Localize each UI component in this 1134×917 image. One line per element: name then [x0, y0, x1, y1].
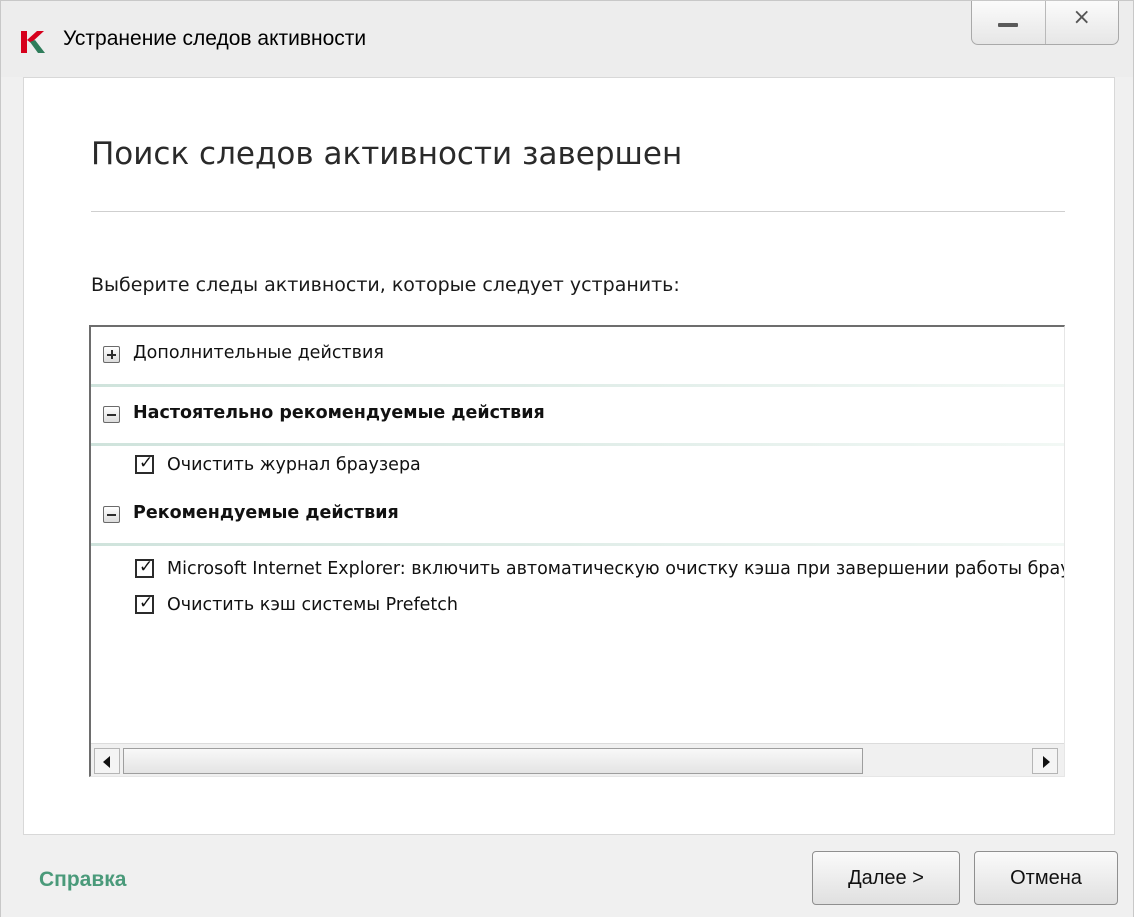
- tree-item-label: Очистить кэш системы Prefetch: [167, 595, 458, 615]
- scroll-right-button[interactable]: [1032, 748, 1058, 774]
- help-link[interactable]: Справка: [39, 868, 126, 892]
- instruction-text: Выберите следы активности, которые следу…: [91, 274, 680, 296]
- checkbox[interactable]: ✓: [135, 453, 154, 474]
- window-controls: ×: [971, 1, 1119, 45]
- row-separator: [91, 543, 1064, 546]
- page-title: Поиск следов активности завершен: [91, 136, 683, 172]
- tree-group-additional[interactable]: Дополнительные действия: [91, 331, 1064, 379]
- checkbox[interactable]: ✓: [135, 557, 154, 578]
- next-button[interactable]: Далее >: [812, 851, 960, 905]
- checkbox[interactable]: ✓: [135, 593, 154, 614]
- arrow-right-icon: [1043, 756, 1050, 768]
- cancel-button[interactable]: Отмена: [974, 851, 1118, 905]
- checkmark-icon: ✓: [139, 557, 154, 577]
- horizontal-scrollbar[interactable]: [91, 743, 1064, 776]
- content-panel: Поиск следов активности завершен Выберит…: [23, 77, 1115, 835]
- collapse-minus-icon[interactable]: [103, 406, 120, 423]
- expand-plus-icon[interactable]: [103, 346, 120, 363]
- close-button[interactable]: ×: [1046, 1, 1119, 44]
- minimize-button[interactable]: [972, 1, 1046, 44]
- scroll-thumb[interactable]: [123, 748, 863, 774]
- minimize-icon: [998, 23, 1018, 27]
- window-title: Устранение следов активности: [63, 27, 367, 50]
- scroll-left-button[interactable]: [94, 748, 120, 774]
- heading-divider: [91, 211, 1065, 212]
- tree-group-strongly-recommended[interactable]: Настоятельно рекомендуемые действия: [91, 391, 1064, 439]
- close-icon: ×: [1072, 5, 1091, 30]
- collapse-minus-icon[interactable]: [103, 506, 120, 523]
- tree-group-label: Настоятельно рекомендуемые действия: [133, 403, 545, 423]
- kaspersky-logo-icon: [21, 31, 45, 53]
- arrow-left-icon: [103, 756, 110, 768]
- tree-group-label: Рекомендуемые действия: [133, 503, 399, 523]
- tree-group-recommended[interactable]: Рекомендуемые действия: [91, 491, 1064, 539]
- checkmark-icon: ✓: [139, 593, 154, 613]
- dialog-footer: Справка Далее > Отмена: [1, 835, 1133, 917]
- dialog-window: Устранение следов активности × Поиск сле…: [0, 0, 1134, 917]
- row-separator: [91, 384, 1064, 387]
- tree-item-clear-prefetch[interactable]: ✓ Очистить кэш системы Prefetch: [91, 583, 1064, 631]
- tree-item-label: Microsoft Internet Explorer: включить ав…: [167, 559, 1065, 579]
- tree-item-label: Очистить журнал браузера: [167, 455, 421, 475]
- title-bar: Устранение следов активности ×: [1, 1, 1133, 77]
- tree-group-label: Дополнительные действия: [133, 343, 384, 363]
- checkmark-icon: ✓: [139, 453, 154, 473]
- actions-tree[interactable]: Дополнительные действия Настоятельно рек…: [89, 325, 1065, 777]
- tree-item-clear-browser-history[interactable]: ✓ Очистить журнал браузера: [91, 443, 1064, 491]
